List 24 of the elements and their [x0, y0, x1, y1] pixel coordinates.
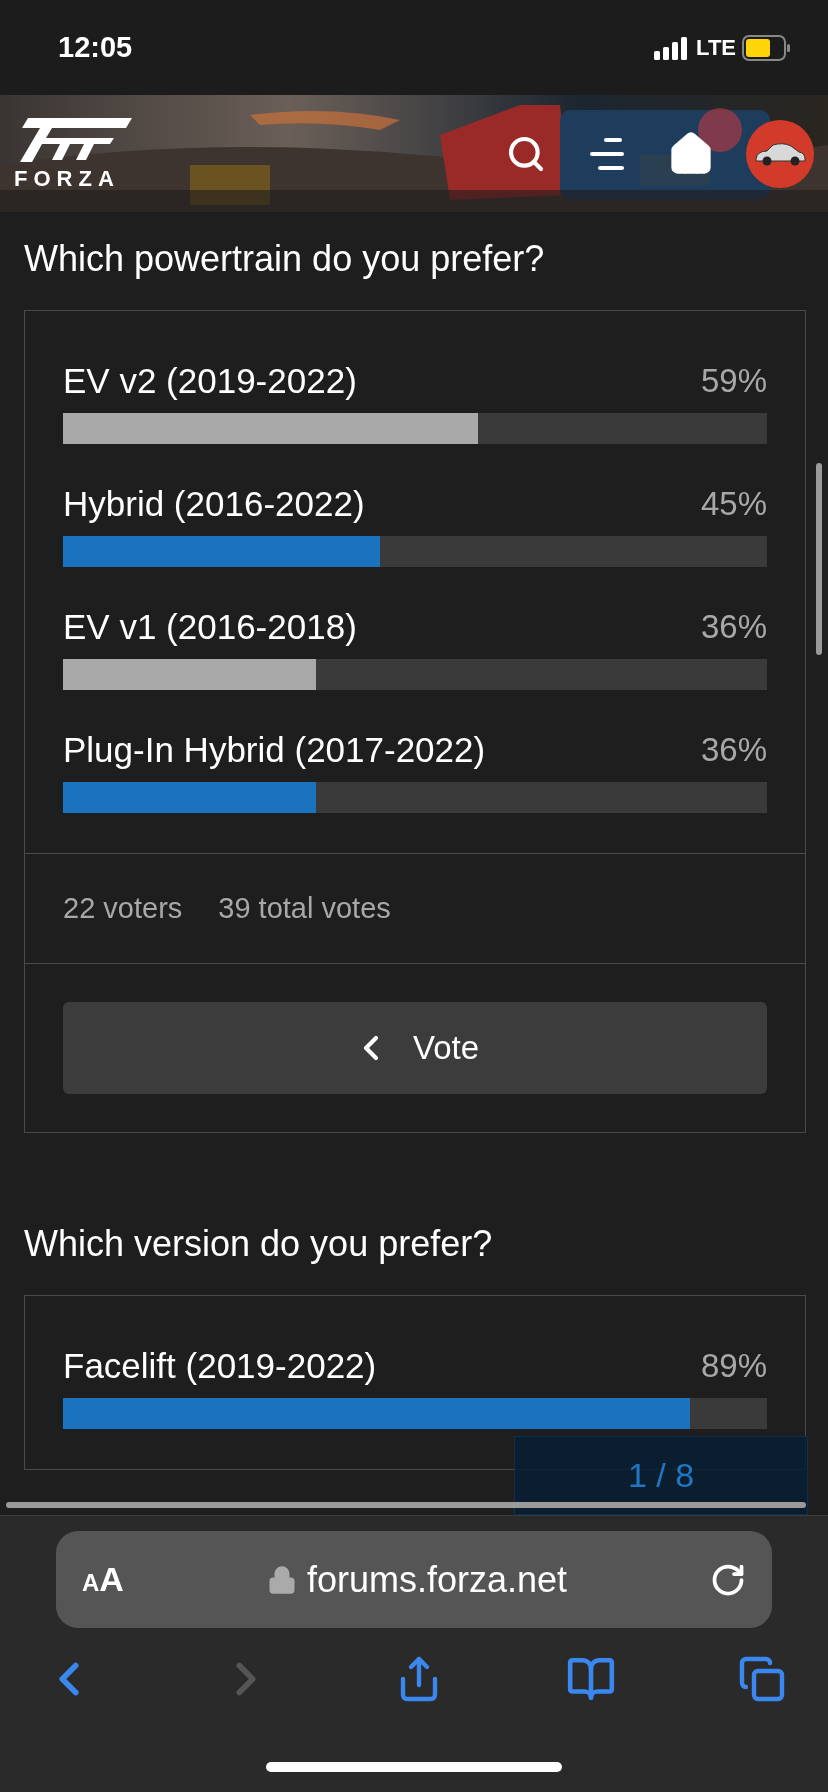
- status-time: 12:05: [58, 31, 133, 64]
- option-percent: 89%: [700, 1347, 767, 1385]
- option-label: Facelift (2019-2022): [63, 1346, 377, 1386]
- vote-button[interactable]: Vote: [63, 1002, 767, 1094]
- logo-text: FORZA: [14, 165, 120, 192]
- option-label: EV v2 (2019-2022): [63, 361, 357, 401]
- option-label: Plug-In Hybrid (2017-2022): [63, 730, 486, 770]
- option-label: EV v1 (2016-2018): [63, 607, 357, 647]
- option-percent: 59%: [700, 362, 767, 400]
- poll-question: Which version do you prefer?: [24, 1222, 494, 1266]
- total-votes: 39 total votes: [218, 892, 391, 925]
- poll-question: Which powertrain do you prefer?: [24, 237, 546, 281]
- option-percent: 36%: [700, 731, 767, 769]
- page-counter[interactable]: 1 / 8: [514, 1436, 808, 1515]
- option-label: Hybrid (2016-2022): [63, 484, 365, 524]
- battery-icon: [742, 34, 790, 61]
- url-text: forums.forza.net: [306, 1558, 567, 1601]
- option-percent: 36%: [700, 608, 767, 646]
- text-size-button[interactable]: AA: [82, 1560, 124, 1599]
- voters-count: 22 voters: [63, 892, 183, 925]
- address-bar[interactable]: AA forums.forza.net: [56, 1531, 772, 1628]
- option-percent: 45%: [700, 485, 767, 523]
- network-type: LTE: [696, 34, 736, 61]
- tabs-icon[interactable]: [738, 1655, 786, 1703]
